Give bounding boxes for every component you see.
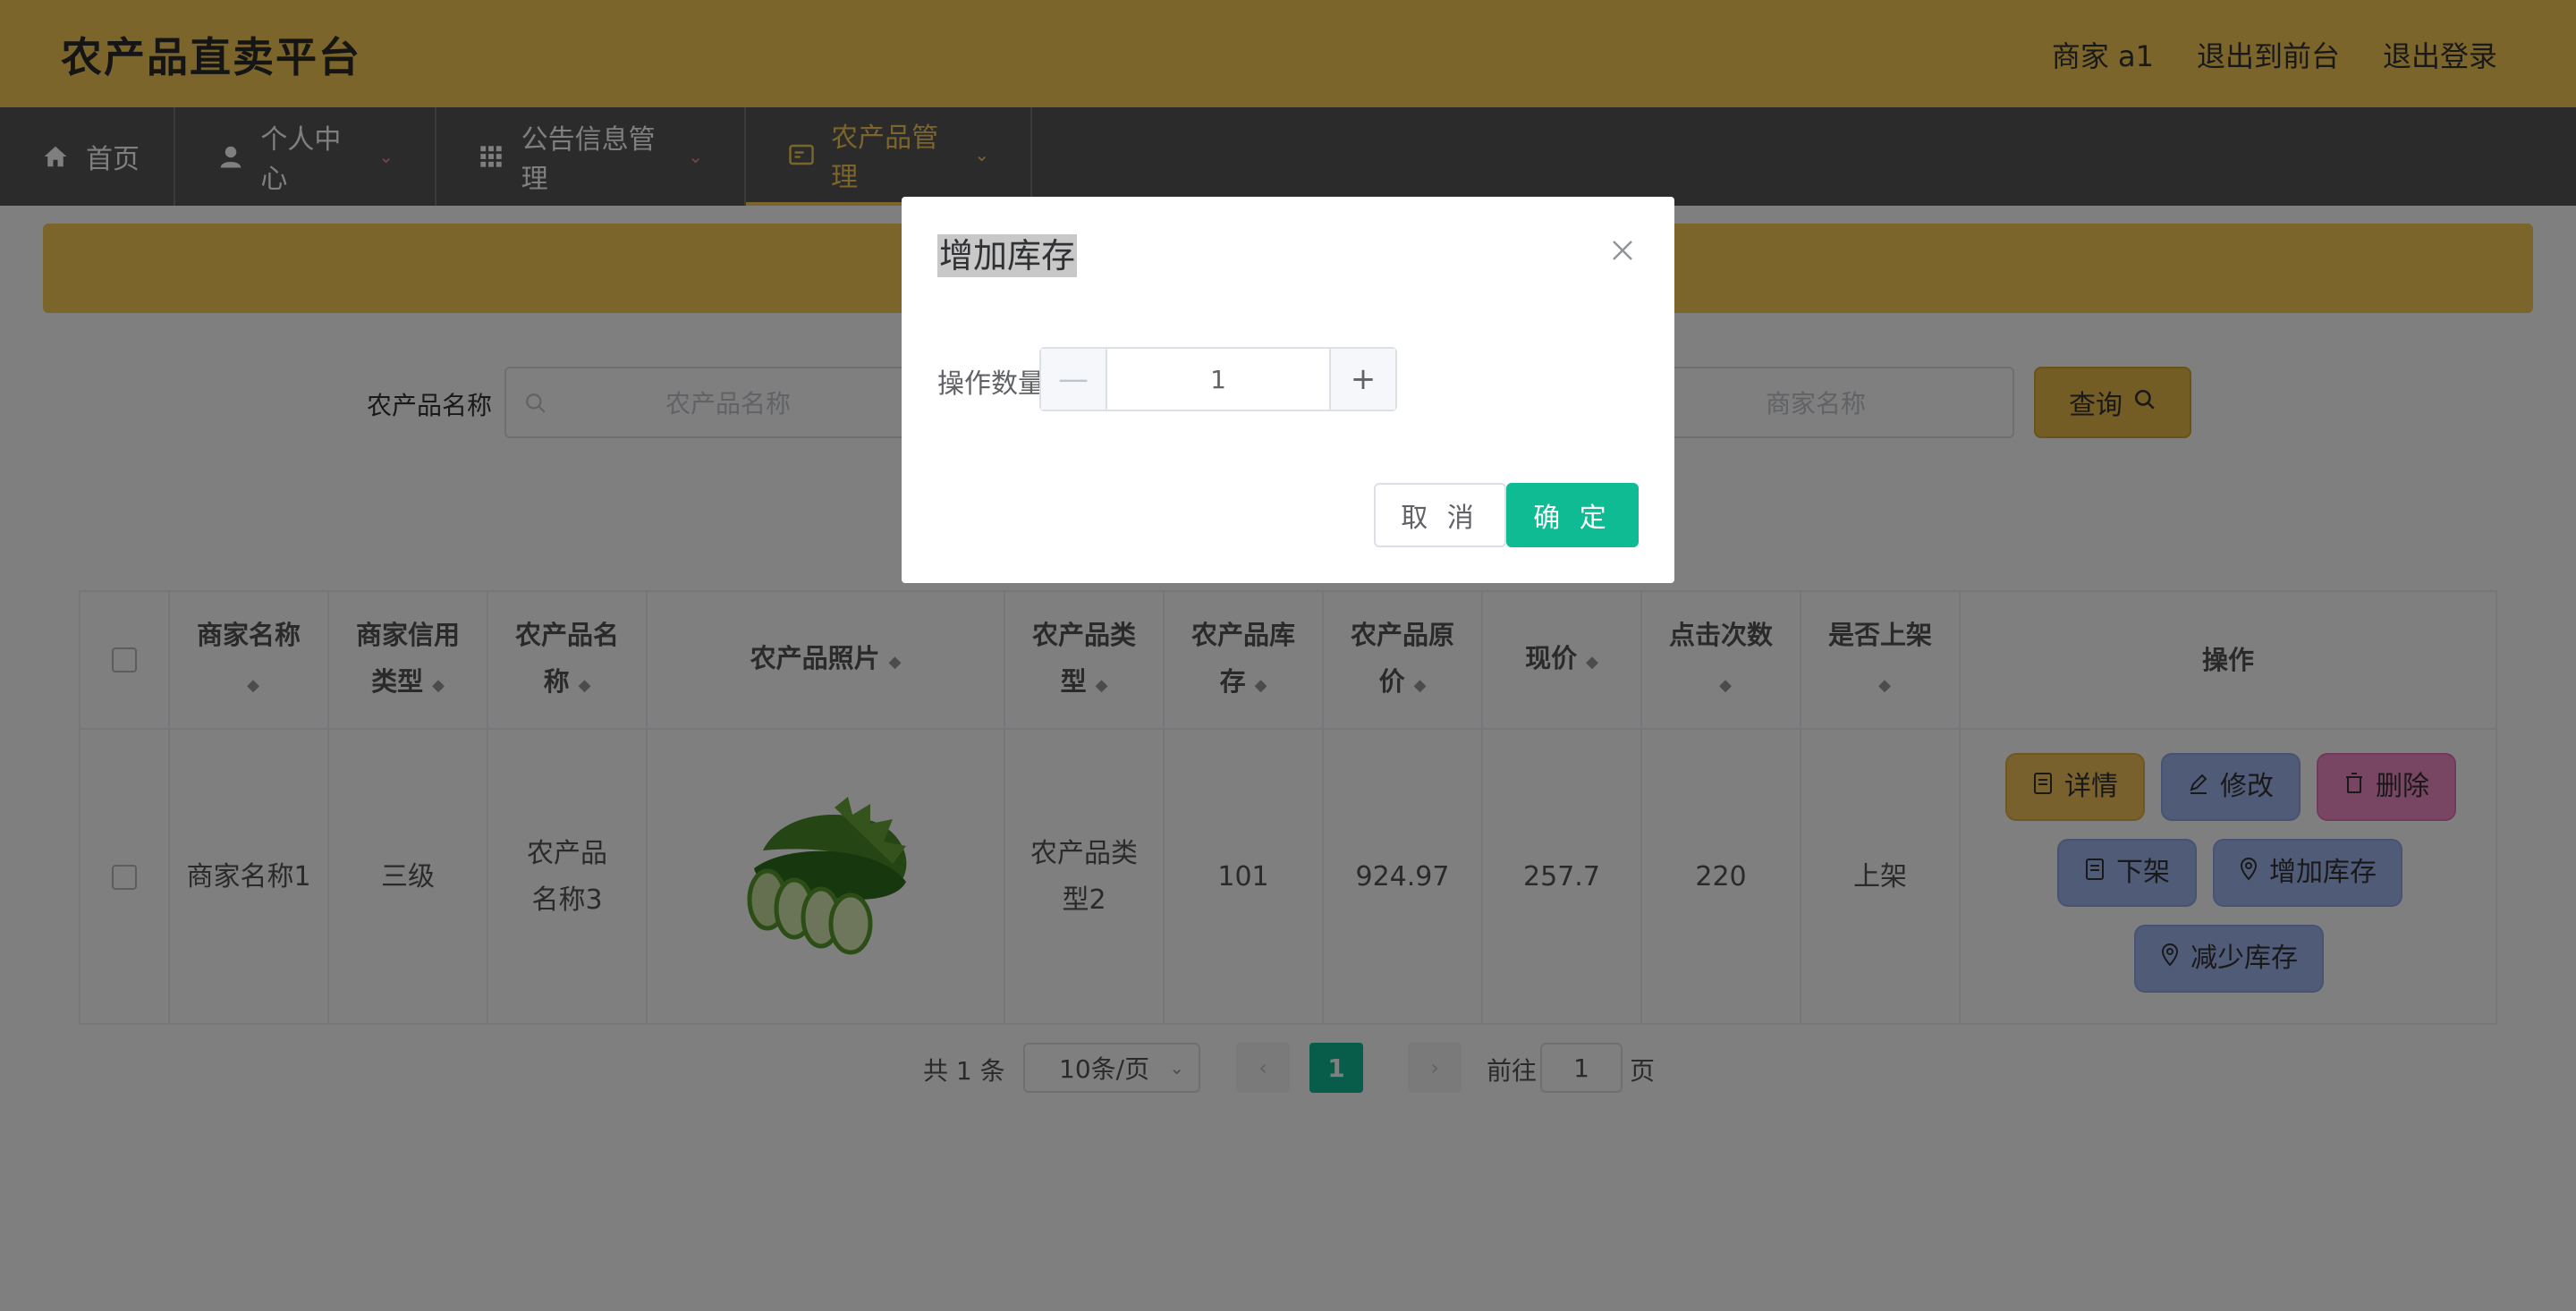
dialog-title: 增加库存 [937,234,1078,277]
quantity-stepper: — 1 + [1039,347,1397,411]
confirm-button[interactable]: 确 定 [1506,483,1639,547]
decrement-button[interactable]: — [1041,349,1107,410]
add-stock-dialog: 增加库存 操作数量 — 1 + 取 消 确 定 [902,197,1674,583]
increment-button[interactable]: + [1329,349,1395,410]
close-icon[interactable] [1606,234,1639,266]
quantity-input[interactable]: 1 [1107,349,1329,410]
quantity-label: 操作数量 [937,368,1045,400]
cancel-button[interactable]: 取 消 [1374,483,1506,547]
